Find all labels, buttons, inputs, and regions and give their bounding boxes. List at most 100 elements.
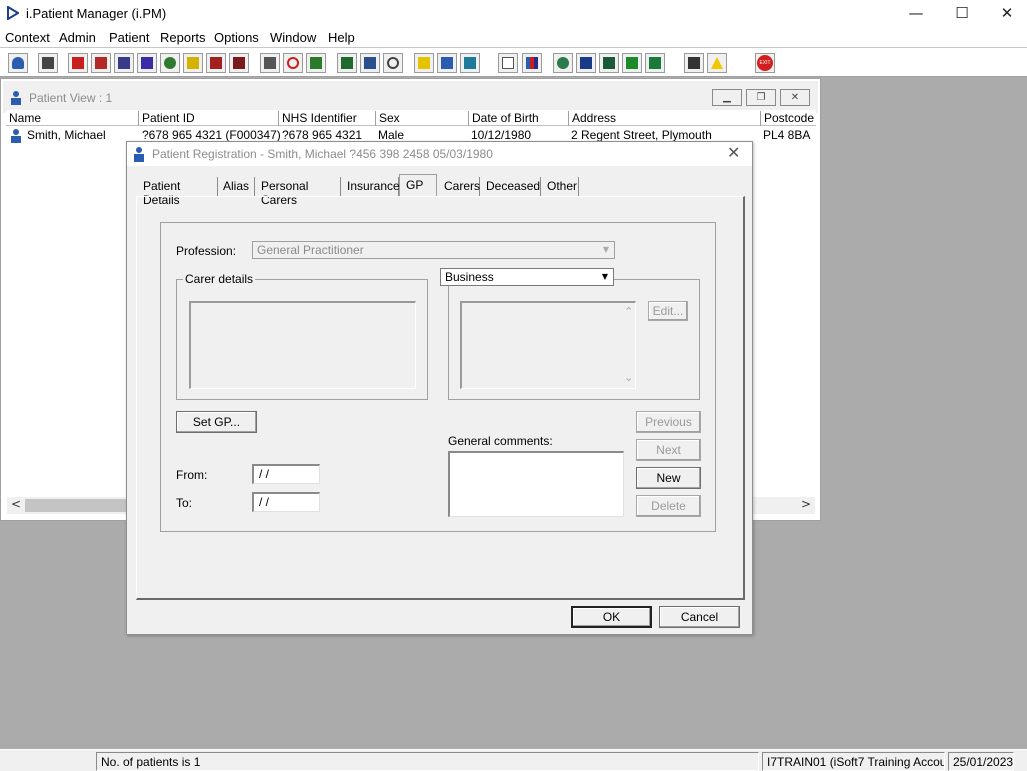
- tab-deceased[interactable]: Deceased: [480, 177, 541, 196]
- set-gp-button[interactable]: Set GP...: [176, 411, 257, 433]
- patient-icon: [11, 91, 21, 105]
- clock-icon[interactable]: [283, 53, 303, 73]
- checklist-down-icon[interactable]: [599, 53, 619, 73]
- address-type-value: Business: [445, 270, 494, 284]
- cell-postcode: PL4 8BA: [763, 128, 811, 142]
- book-icon[interactable]: [68, 53, 88, 73]
- warning-icon[interactable]: [707, 53, 727, 73]
- minimize-button[interactable]: ▁: [712, 89, 742, 106]
- bar-chart-icon[interactable]: [522, 53, 542, 73]
- from-date-field[interactable]: / /: [252, 464, 320, 484]
- car-icon[interactable]: [229, 53, 249, 73]
- menu-admin[interactable]: Admin: [59, 30, 96, 45]
- app-title: i.Patient Manager (i.PM): [26, 6, 167, 21]
- gp-group: Profession: General Practitioner ▼ Carer…: [160, 222, 716, 532]
- to-label: To:: [176, 496, 193, 510]
- tab-alias[interactable]: Alias: [217, 177, 255, 196]
- tab-personal-carers[interactable]: Personal Carers: [255, 177, 341, 207]
- column-header-patient-id[interactable]: Patient ID: [139, 111, 279, 126]
- restore-button[interactable]: ❐: [746, 89, 776, 106]
- mail-icon[interactable]: [137, 53, 157, 73]
- dialog-close-icon[interactable]: ✕: [727, 143, 740, 162]
- menu-window[interactable]: Window: [270, 30, 316, 45]
- column-header-dob[interactable]: Date of Birth: [469, 111, 569, 126]
- scroll-right-icon[interactable]: >: [801, 497, 811, 511]
- column-header-address[interactable]: Address: [569, 111, 761, 126]
- new-button[interactable]: New: [636, 467, 701, 489]
- column-header-sex[interactable]: Sex: [376, 111, 469, 126]
- refresh-icon[interactable]: [622, 53, 642, 73]
- tab-other[interactable]: Other: [541, 177, 579, 196]
- exit-icon[interactable]: EXIT: [755, 53, 775, 73]
- note-icon[interactable]: [414, 53, 434, 73]
- delete-button[interactable]: Delete: [636, 495, 701, 517]
- checklist-icon[interactable]: [576, 53, 596, 73]
- monitor-icon[interactable]: [306, 53, 326, 73]
- bed-icon[interactable]: [437, 53, 457, 73]
- dialog-title: Patient Registration - Smith, Michael ?4…: [152, 147, 493, 161]
- document-icon[interactable]: [360, 53, 380, 73]
- menu-help[interactable]: Help: [328, 30, 355, 45]
- to-date-field[interactable]: / /: [252, 492, 320, 512]
- cell-address: 2 Regent Street, Plymouth: [571, 128, 712, 142]
- next-button[interactable]: Next: [636, 439, 701, 461]
- notes-icon[interactable]: [91, 53, 111, 73]
- patient-count-status: No. of patients is 1: [96, 752, 759, 771]
- from-label: From:: [176, 468, 208, 482]
- chevron-down-icon[interactable]: ▼: [598, 270, 612, 284]
- general-comments-label: General comments:: [448, 434, 553, 448]
- patient-icon: [11, 129, 21, 143]
- previous-button[interactable]: Previous: [636, 411, 701, 433]
- car-icon[interactable]: [206, 53, 226, 73]
- carer-details-label: Carer details: [183, 272, 256, 286]
- edit-button[interactable]: Edit...: [648, 301, 688, 321]
- column-header-name[interactable]: Name: [6, 111, 139, 126]
- chart-icon[interactable]: [114, 53, 134, 73]
- page-icon[interactable]: [498, 53, 518, 73]
- transfer-icon[interactable]: [684, 53, 704, 73]
- maximize-button[interactable]: ☐: [939, 0, 985, 27]
- cell-dob: 10/12/1980: [471, 128, 532, 142]
- column-header-nhs[interactable]: NHS Identifier: [279, 111, 376, 126]
- menu-options[interactable]: Options: [214, 30, 259, 45]
- tab-carers[interactable]: Carers: [438, 177, 480, 196]
- edit-icon[interactable]: [183, 53, 203, 73]
- address-type-select[interactable]: Business ▼: [440, 268, 614, 286]
- profession-select: General Practitioner ▼: [252, 241, 615, 259]
- menu-context[interactable]: Context: [5, 30, 50, 45]
- globe-icon[interactable]: [553, 53, 573, 73]
- scroll-left-icon[interactable]: <: [11, 497, 21, 511]
- close-button[interactable]: ✕: [984, 0, 1027, 27]
- scissors-icon[interactable]: [260, 53, 280, 73]
- app-logo-icon: [7, 6, 19, 20]
- patient-view-title: Patient View : 1: [29, 91, 113, 105]
- cancel-button[interactable]: Cancel: [659, 606, 740, 628]
- patient-icon[interactable]: [8, 53, 28, 73]
- person-icon[interactable]: [160, 53, 180, 73]
- menu-reports[interactable]: Reports: [160, 30, 206, 45]
- calendar-icon[interactable]: [337, 53, 357, 73]
- tab-gp[interactable]: GP: [399, 174, 437, 196]
- general-comments-field[interactable]: [448, 451, 624, 517]
- address-frame: ⌃ ⌄ Edit...: [448, 279, 700, 400]
- cell-sex: Male: [378, 128, 405, 142]
- patient-view-title-bar: Patient View : 1 ▁ ❐ ✕: [3, 81, 818, 113]
- print-icon[interactable]: [38, 53, 58, 73]
- menu-bar: Context Admin Patient Reports Options Wi…: [0, 27, 1027, 47]
- patient-registration-dialog: Patient Registration - Smith, Michael ?4…: [126, 141, 753, 635]
- tab-patient-details[interactable]: Patient Details: [137, 177, 218, 207]
- close-button[interactable]: ✕: [780, 89, 810, 106]
- bed-person-icon[interactable]: [460, 53, 480, 73]
- menu-patient[interactable]: Patient: [109, 30, 149, 45]
- status-bar: No. of patients is 1 I7TRAIN01 (iSoft7 T…: [0, 749, 1027, 771]
- stopwatch-icon[interactable]: [383, 53, 403, 73]
- list-icon[interactable]: [645, 53, 665, 73]
- gp-tab-panel: Profession: General Practitioner ▼ Carer…: [136, 196, 745, 600]
- ok-button[interactable]: OK: [571, 606, 652, 628]
- tab-insurance[interactable]: Insurance: [341, 177, 400, 196]
- profession-value: General Practitioner: [257, 243, 364, 257]
- minimize-button[interactable]: —: [893, 0, 939, 27]
- profession-label: Profession:: [176, 244, 237, 258]
- scroll-down-icon: ⌄: [624, 371, 634, 384]
- column-header-postcode[interactable]: Postcode: [761, 111, 816, 126]
